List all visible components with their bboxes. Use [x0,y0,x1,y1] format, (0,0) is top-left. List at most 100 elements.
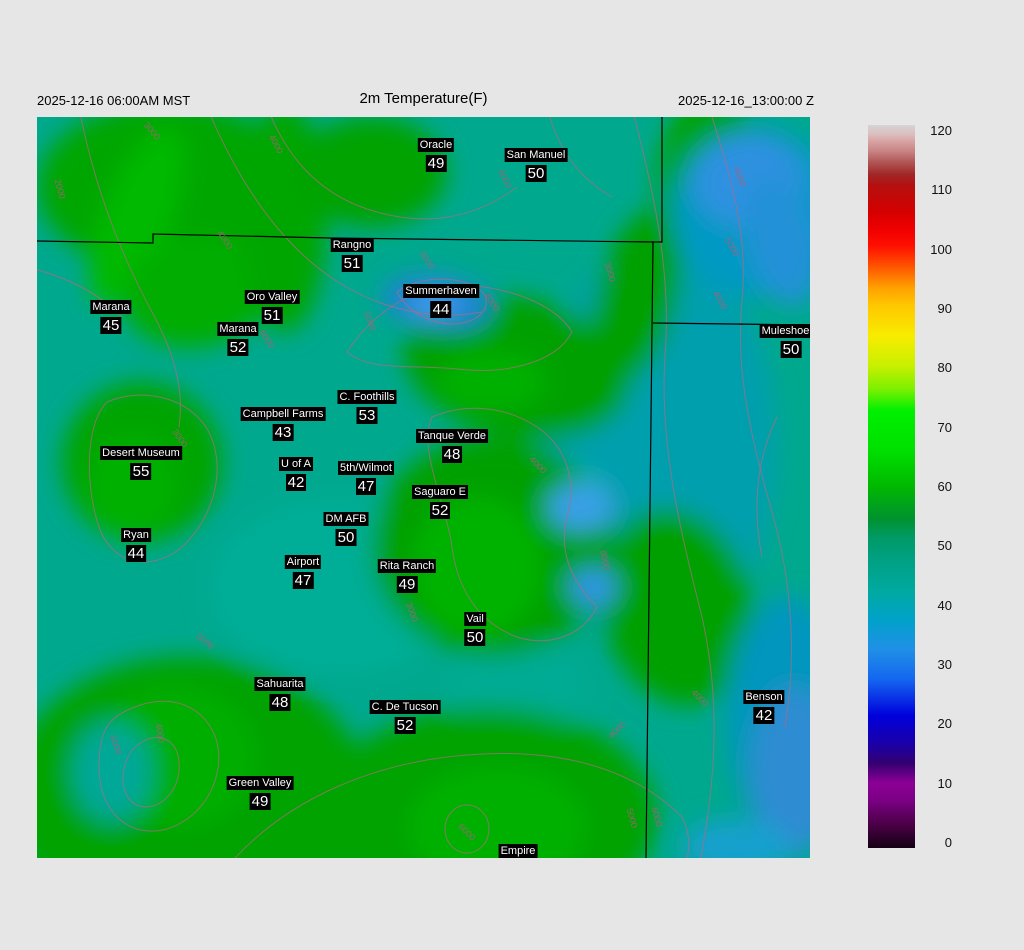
station-temperature-value: 53 [356,407,378,424]
colorbar-tick-120: 120 [930,123,952,138]
station-name: Marana [90,300,132,314]
contour-elevation-label: 5000 [361,309,379,333]
station-name: Tanque Verde [416,429,488,443]
station-5th-wilmot: 5th/Wilmot 47 [338,461,394,495]
station-temperature-value: 45 [100,317,122,334]
contour-elevation-label: 3000 [602,261,618,283]
contour-elevation-label: 4000 [527,454,549,476]
station-name: 5th/Wilmot [338,461,394,475]
station-empire: Empire [498,844,538,858]
station-sahuarita: Sahuarita 48 [254,677,306,711]
station-name: Empire [498,844,538,858]
station-name: San Manuel [504,148,568,162]
station-green-valley: Green Valley 49 [226,776,294,810]
contour-elevation-label: 2000 [52,178,68,200]
station-ryan: Ryan 44 [121,528,151,562]
station-temperature-value: 50 [335,529,357,546]
contour-elevation-label: 6000 [598,549,612,571]
station-u-of-a: U of A 42 [279,457,313,491]
station-marana: Marana 52 [217,322,259,356]
station-temperature-value: 52 [227,339,249,356]
station-temperature-value: 48 [441,446,463,463]
station-oro-valley: Oro Valley 51 [244,290,300,324]
station-name: C. De Tucson [369,700,441,714]
station-name: Saguaro E [412,485,468,499]
station-rangno: Rangno 51 [330,238,374,272]
station-temperature-value: 48 [269,694,291,711]
colorbar-tick-90: 90 [937,301,952,316]
station-name: Oracle [417,138,455,152]
colorbar-tick-110: 110 [931,182,952,197]
station-name: Vail [464,612,486,626]
station-temperature-value: 49 [396,576,418,593]
station-temperature-value: 49 [249,793,271,810]
contour-elevation-label: 6000 [456,821,478,843]
station-name: Oro Valley [244,290,300,304]
station-name: Campbell Farms [240,407,326,421]
station-vail: Vail 50 [464,612,486,646]
colorbar-tick-40: 40 [937,598,952,613]
colorbar-tick-80: 80 [937,360,952,375]
station-temperature-value: 44 [430,301,452,318]
contour-elevation-label: 6000 [649,806,665,828]
station-desert-museum: Desert Museum 55 [100,446,182,480]
contour-elevation-label: 5000 [722,235,742,259]
station-muleshoe-r: Muleshoe R 50 [759,324,810,358]
station-tanque-verde: Tanque Verde 48 [416,429,488,463]
station-temperature-value: 42 [285,474,307,491]
station-summerhaven: Summerhaven 44 [403,284,479,318]
station-name: Airport [284,555,322,569]
station-temperature-value: 55 [130,463,152,480]
station-name: Benson [743,690,785,704]
station-name: C. Foothills [337,390,397,404]
colorbar-gradient [868,125,915,848]
contour-elevation-label: 6000 [731,165,749,189]
colorbar-tick-60: 60 [937,479,952,494]
station-name: Green Valley [226,776,294,790]
timestamp-utc: 2025-12-16_13:00:00 Z [678,93,814,108]
station-temperature-value: 52 [429,502,451,519]
colorbar-tick-30: 30 [937,657,952,672]
map-overlay: Oracle 49 San Manuel 50 Rangno 51 Oro Valley 51… [37,117,810,858]
colorbar-tick-100: 100 [930,242,952,257]
contour-elevation-label: 4000 [266,132,286,156]
station-airport: Airport 47 [284,555,322,589]
station-name: Rangno [330,238,374,252]
station-name: Muleshoe R [759,324,810,338]
station-name: Sahuarita [254,677,306,691]
colorbar-tick-0: 0 [944,835,952,850]
station-name: Rita Ranch [377,559,437,573]
station-saguaro-e: Saguaro E 52 [412,485,468,519]
station-oracle: Oracle 49 [417,138,455,172]
station-rita-ranch: Rita Ranch 49 [377,559,437,593]
contour-elevation-label: 4000 [689,687,711,709]
station-name: Summerhaven [403,284,479,298]
station-name: U of A [279,457,313,471]
station-temperature-value: 51 [261,307,283,324]
station-name: Marana [217,322,259,336]
contour-elevation-label: 3000 [194,630,216,652]
colorbar-tick-10: 10 [937,776,952,791]
colorbar-tick-70: 70 [937,420,952,435]
station-temperature-value: 52 [394,717,416,734]
temperature-map: Oracle 49 San Manuel 50 Rangno 51 Oro Valley 51… [37,117,810,858]
station-name: Desert Museum [100,446,182,460]
contour-elevation-label: 5000 [624,807,640,829]
contour-elevation-label: 3000 [141,120,163,142]
station-temperature-value: 50 [525,165,547,182]
station-temperature-value: 50 [780,341,802,358]
contour-elevation-label: 3000 [417,248,437,272]
contour-elevation-label: 6000 [257,327,277,351]
station-temperature-value: 42 [753,707,775,724]
station-name: DM AFB [323,512,369,526]
contour-elevation-label: 5000 [107,733,125,757]
station-c-de-tucson: C. De Tucson 52 [369,700,441,734]
colorbar-tick-20: 20 [937,716,952,731]
station-temperature-value: 47 [292,572,314,589]
station-dm-afb: DM AFB 50 [323,512,369,546]
station-temperature-value: 43 [272,424,294,441]
contour-elevation-label: 4000 [215,228,235,252]
station-temperature-value: 47 [355,478,377,495]
station-name: Ryan [121,528,151,542]
contour-elevation-label: 4000 [482,290,502,314]
